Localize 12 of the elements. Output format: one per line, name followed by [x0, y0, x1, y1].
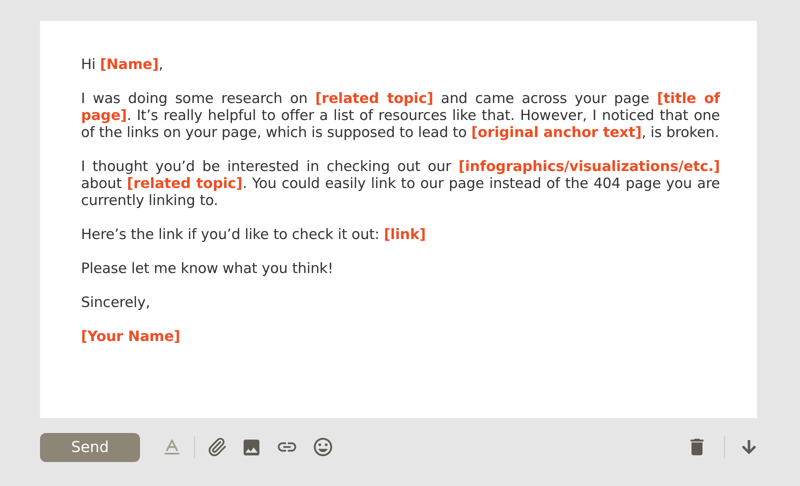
image-icon[interactable] [241, 436, 262, 458]
arrow-down-icon[interactable] [741, 439, 757, 455]
paperclip-icon[interactable] [207, 437, 227, 457]
paragraph: Here’s the link if you’d like to check it out: [link] [81, 227, 427, 244]
paragraph: I was doing some research on [related topic] and came across your page [title of page]. It’s really helpful to offer a list of resources like that. However, I noticed that one of the links on your page, which is supposed to lead to [original anchor text], is broken. [81, 91, 720, 142]
signature: [Your Name] [81, 329, 182, 346]
smiley-icon[interactable] [312, 436, 334, 458]
send-button[interactable]: Send [40, 432, 140, 462]
paragraph: Sincerely, [81, 295, 152, 312]
paragraph: Hi [Name], [81, 57, 164, 74]
paragraph: I thought you’d be interested in checking out our [infographics/visualizations/etc.] about [related topic]. You could easily link to our page instead of the 404 page you are currently linking to. [81, 159, 720, 210]
paragraph: Please let me know what you think! [81, 261, 334, 278]
